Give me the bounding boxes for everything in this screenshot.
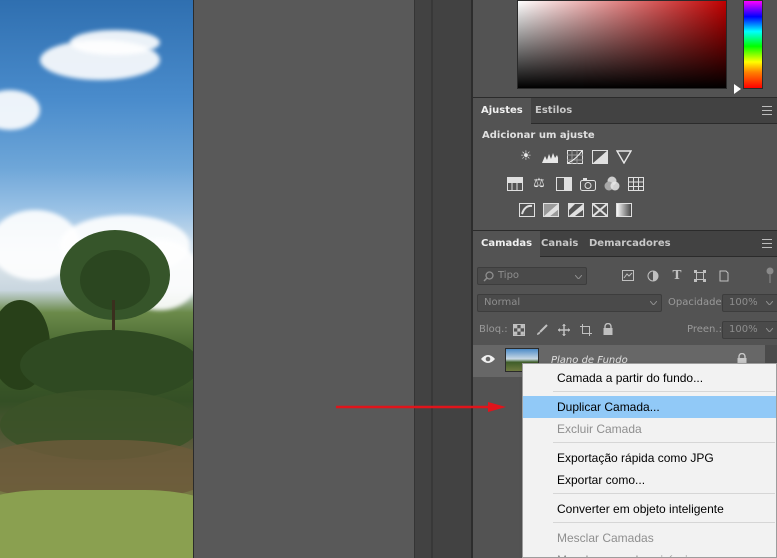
vibrance-icon[interactable] — [616, 149, 632, 165]
invert-icon[interactable] — [519, 202, 535, 218]
threshold-icon[interactable] — [568, 202, 584, 218]
chevron-down-icon — [766, 301, 773, 305]
tab-camadas[interactable]: Camadas — [473, 231, 541, 257]
filter-toggle-icon[interactable] — [764, 267, 776, 283]
menu-item-delete-layer[interactable]: Excluir Camada — [523, 418, 776, 440]
menu-item-export-as[interactable]: Exportar como... — [523, 469, 776, 491]
dock-divider — [431, 0, 433, 558]
menu-separator — [553, 391, 775, 392]
fill-label: Preen.: — [687, 324, 722, 335]
exposure-icon[interactable] — [592, 149, 608, 165]
adjustments-title: Adicionar um ajuste — [482, 130, 595, 141]
hue-saturation-icon[interactable] — [507, 176, 523, 192]
black-white-icon[interactable] — [556, 176, 572, 192]
menu-item-layer-from-background[interactable]: Camada a partir do fundo... — [523, 367, 776, 389]
tab-estilos[interactable]: Estilos — [527, 98, 580, 124]
red-arrow-annotation — [336, 402, 506, 412]
panel-menu-icon[interactable] — [762, 239, 772, 248]
color-balance-icon[interactable]: ⚖ — [531, 176, 547, 192]
panel-menu-icon[interactable] — [762, 106, 772, 115]
menu-separator — [553, 442, 775, 443]
photo-filter-icon[interactable] — [580, 176, 596, 192]
gradient-map-icon[interactable] — [616, 202, 632, 218]
blend-mode-value: Normal — [484, 297, 521, 308]
channel-mixer-icon[interactable] — [604, 176, 620, 192]
selective-color-icon[interactable] — [592, 202, 608, 218]
levels-icon[interactable] — [542, 149, 558, 165]
fill-input[interactable]: 100% — [722, 321, 777, 339]
posterize-icon[interactable] — [543, 202, 559, 218]
curves-icon[interactable] — [567, 149, 583, 165]
adjustment-filter-icon[interactable] — [647, 270, 659, 282]
layer-context-menu: Camada a partir do fundo... Duplicar Cam… — [522, 363, 777, 558]
lock-transparent-pixels-icon[interactable] — [513, 324, 525, 336]
lock-label: Bloq.: — [479, 324, 508, 335]
lock-all-icon[interactable] — [602, 322, 614, 335]
menu-separator — [553, 493, 775, 494]
opacity-input[interactable]: 100% — [722, 294, 777, 312]
lock-position-icon[interactable] — [558, 324, 570, 336]
blend-mode-select[interactable]: Normal — [477, 294, 662, 312]
lock-image-pixels-icon[interactable] — [536, 324, 548, 336]
adjustments-tab-bar: Ajustes Estilos — [473, 97, 777, 124]
pixel-filter-icon[interactable] — [622, 270, 634, 282]
document-canvas-photo[interactable] — [0, 0, 193, 558]
tab-canais[interactable]: Canais — [533, 231, 586, 257]
menu-item-merge-layers[interactable]: Mesclar Camadas — [523, 527, 776, 549]
color-field[interactable] — [517, 0, 727, 89]
color-lookup-icon[interactable] — [628, 176, 644, 192]
fill-value: 100% — [729, 324, 758, 335]
visibility-eye-icon[interactable] — [481, 353, 495, 367]
photoshop-window: Ajustes Estilos Adicionar um ajuste ☀ ⚖ — [0, 0, 777, 558]
shape-filter-icon[interactable] — [694, 270, 706, 282]
layer-filter-select[interactable]: Tipo — [477, 267, 587, 285]
chevron-down-icon — [575, 275, 582, 279]
chevron-down-icon — [766, 328, 773, 332]
workspace-pasteboard — [194, 0, 414, 558]
opacity-value: 100% — [729, 297, 758, 308]
opacity-label: Opacidade: — [668, 297, 725, 308]
tab-ajustes[interactable]: Ajustes — [473, 98, 531, 124]
tab-demarcadores[interactable]: Demarcadores — [581, 231, 679, 257]
brightness-contrast-icon[interactable]: ☀ — [518, 149, 534, 165]
hue-slider[interactable] — [743, 0, 763, 89]
menu-separator — [553, 522, 775, 523]
chevron-down-icon — [650, 301, 657, 305]
search-icon — [483, 271, 494, 282]
menu-item-quick-export-jpg[interactable]: Exportação rápida como JPG — [523, 447, 776, 469]
menu-item-merge-visible[interactable]: Mesclar camadas visíveis — [523, 549, 776, 557]
smart-object-filter-icon[interactable] — [718, 270, 730, 282]
menu-item-convert-smart-object[interactable]: Converter em objeto inteligente — [523, 498, 776, 520]
menu-item-duplicate-layer[interactable]: Duplicar Camada... — [523, 396, 776, 418]
collapsed-dock — [414, 0, 472, 558]
layers-tab-bar: Camadas Canais Demarcadores — [473, 230, 777, 257]
lock-artboard-icon[interactable] — [580, 324, 592, 336]
layer-filter-label: Tipo — [498, 270, 520, 281]
hue-slider-handle[interactable] — [734, 84, 741, 94]
type-filter-icon[interactable]: T — [671, 269, 683, 281]
dock-divider — [414, 0, 415, 558]
